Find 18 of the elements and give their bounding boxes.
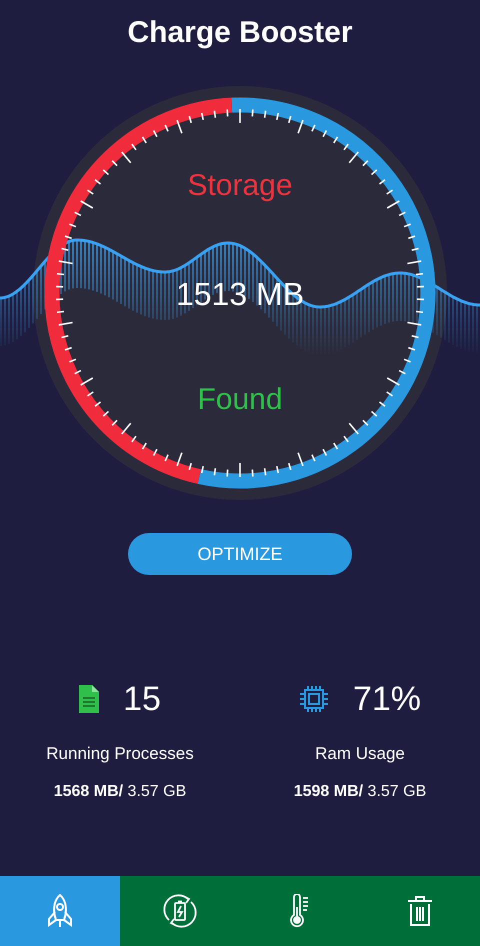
trash-icon (407, 895, 433, 927)
optimize-button[interactable]: OPTIMIZE (128, 533, 352, 575)
stat-label: Running Processes (46, 743, 194, 765)
nav-tab[interactable] (0, 876, 120, 946)
stat-value: 15 (123, 679, 161, 719)
nav-tab[interactable] (360, 876, 480, 946)
nav-tab[interactable] (120, 876, 240, 946)
document-icon (79, 685, 100, 713)
stat-value: 71% (352, 679, 422, 719)
stat-usage: 1568 MB/ 3.57 GB (54, 782, 186, 802)
gauge-title: Storage (186, 168, 294, 204)
chip-icon (298, 685, 329, 713)
gauge-caption: Found (196, 382, 284, 418)
app-title: Charge Booster (127, 15, 353, 51)
stat-label: Ram Usage (315, 743, 405, 765)
stat-usage: 1598 MB/ 3.57 GB (294, 782, 426, 802)
battery-cycle-icon (163, 894, 197, 928)
rocket-icon (47, 894, 73, 928)
